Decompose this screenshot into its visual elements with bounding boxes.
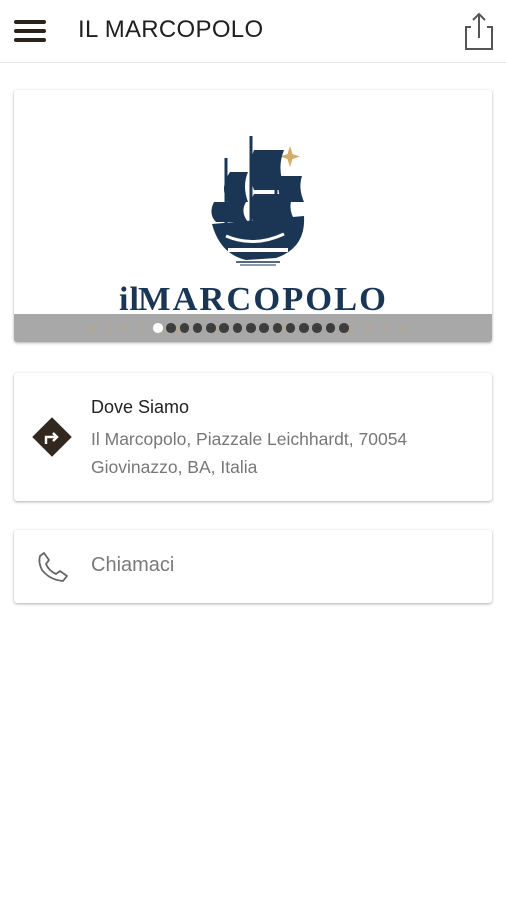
carousel-dot[interactable] [192,323,203,333]
restaurant-logo: il MARCOPOLO [119,136,388,318]
carousel-dot[interactable] [285,323,296,333]
carousel-indicator-bar: RISTORANTE PIZZERIA [14,314,492,342]
call-label: Chiamaci [91,554,175,576]
carousel-dot[interactable] [325,323,336,333]
svg-text:il: il [119,281,140,318]
location-card[interactable]: Dove Siamo Il Marcopolo, Piazzale Leichh… [14,373,492,501]
carousel-dot[interactable] [338,323,349,333]
hamburger-menu-icon[interactable] [12,14,50,48]
address-line-1: Il Marcopolo, Piazzale Leichhardt, 70054 [91,429,408,449]
directions-icon [32,417,72,457]
address-line-2: Giovinazzo, BA, Italia [91,457,258,477]
carousel-dot[interactable] [259,323,269,333]
carousel-dot[interactable] [179,323,190,333]
carousel-dot[interactable] [312,323,322,333]
svg-text:MARCOPOLO: MARCOPOLO [138,281,388,318]
call-button[interactable]: Chiamaci [14,530,492,603]
phone-icon [38,552,68,582]
carousel-dot[interactable] [206,323,216,333]
carousel-dot[interactable] [245,323,256,333]
location-title: Dove Siamo [91,397,190,417]
carousel-dot[interactable] [153,323,163,333]
image-carousel[interactable]: il MARCOPOLO RISTORANTE PIZZERIA [14,90,492,342]
page-title: IL MARCOPOLO [78,16,264,43]
app-bar: IL MARCOPOLO [0,0,506,63]
share-icon[interactable] [460,10,498,52]
carousel-dot[interactable] [299,323,309,333]
carousel-dot[interactable] [219,323,229,333]
carousel-dots [153,323,349,333]
carousel-dot[interactable] [272,323,283,333]
location-address: Il Marcopolo, Piazzale Leichhardt, 70054… [91,425,471,481]
carousel-dot[interactable] [166,323,176,333]
carousel-dot[interactable] [232,323,243,333]
